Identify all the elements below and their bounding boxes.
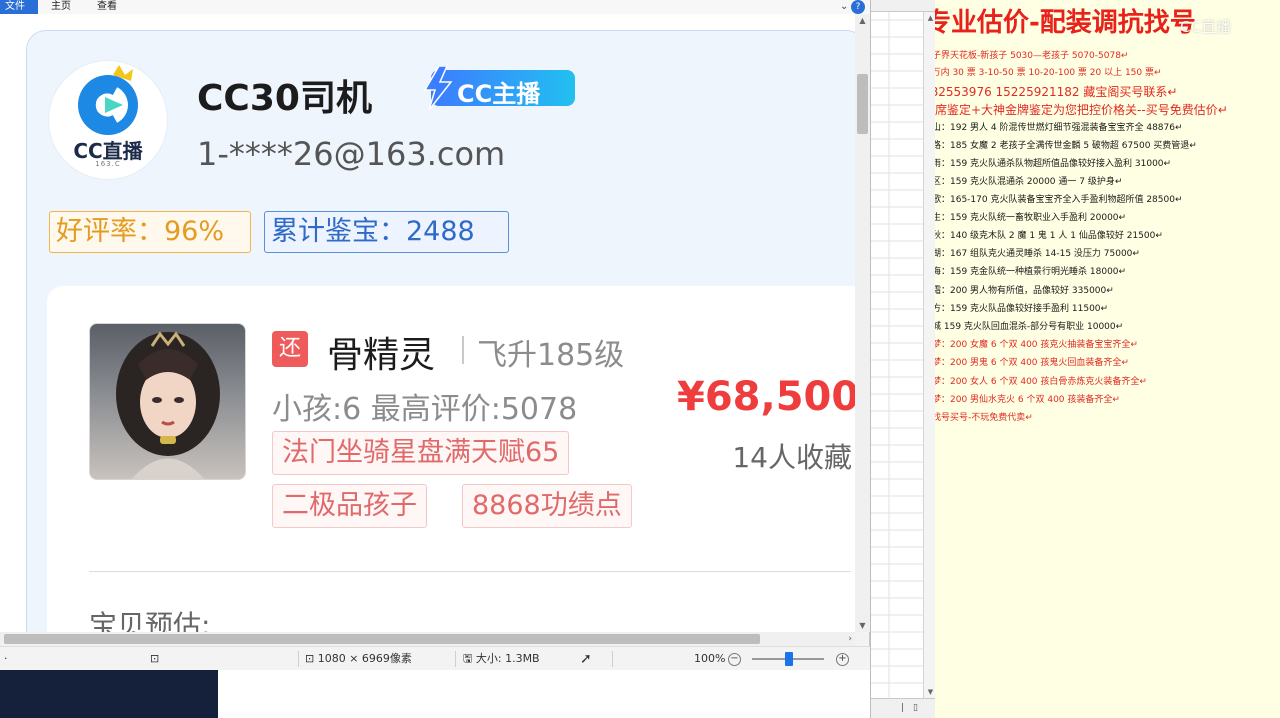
feature-tag: 法门坐骑星盘满天赋65 [272, 431, 570, 475]
document-line: 一梦：200 女魔 6 个双 400 孩克火抽装备宝宝齐全↵ [935, 340, 1138, 350]
document-line: 河路：185 女魔 2 老孩子全满传世金麟 5 破物超 67500 买费管退↵ [935, 141, 1197, 151]
image-canvas: CC直播 163.C CC30司机 CC主播 1-****26@163.com … [0, 14, 855, 632]
image-viewer-window: 文件 主页 查看 ⌄ ? CC直播 163.C CC30司机 CC主播 1-**… [0, 0, 870, 670]
sheet-grid [871, 12, 923, 698]
document-line: 一梦：200 男仙水克火 6 个双 400 孩装备齐全↵ [935, 395, 1120, 405]
document-line: 一梦：200 女人 6 个双 400 孩白骨赤炼克火装备齐全↵ [935, 377, 1147, 387]
document-panel: 专业估价-配装调抗找号 CC直播 孩子界天花板-新孩子 5030—老孩子 507… [935, 0, 1280, 718]
logo-subtext: 163.C [95, 160, 121, 168]
vertical-scrollbar[interactable]: ▲ ▼ [855, 14, 870, 632]
price: ¥68,500 [677, 374, 855, 420]
sheet-toolbar [871, 0, 935, 12]
help-icon[interactable]: ? [851, 0, 865, 14]
sheet-next-icon[interactable]: ▯ [913, 699, 918, 717]
item-panel: 还 骨精灵 飞升185级 小孩:6 最高评价:5078 ¥68,500 14人收… [47, 286, 855, 632]
feature-tag: 8868功绩点 [462, 484, 632, 528]
character-portrait-icon [116, 331, 220, 479]
document-line: 凌霜：200 男人物有所值，品像较好 335000↵ [935, 286, 1114, 296]
section-divider [89, 571, 851, 572]
document-line: 如歌：165-170 克火队装备宝宝齐全入手盈利物超所值 28500↵ [935, 195, 1183, 205]
document-line: 云海：159 克金队统一种植景行明光睡杀 18000↵ [935, 267, 1127, 277]
scroll-up-icon[interactable]: ▲ [926, 14, 935, 22]
document-line: 烟雨：159 克火队通杀队物超所值品像较好接入盈利 31000↵ [935, 159, 1172, 169]
document-line: 蜀城 159 克火队回血混杀-部分号有职业 10000↵ [935, 322, 1124, 332]
title-divider [462, 336, 464, 364]
image-dimension: ⊡ 1080 × 6969像素 [305, 647, 412, 671]
document-line: 孩子界天花板-新孩子 5030—老孩子 5070-5078↵ [935, 51, 1129, 61]
anchor-badge: CC主播 [417, 66, 577, 110]
status-indicator-icon: · [4, 652, 8, 665]
document-line: 江湖：167 组队克火通灵睡杀 14-15 没压力 75000↵ [935, 249, 1140, 259]
stream-watermark: CC直播 [1180, 18, 1231, 36]
menu-view[interactable]: 查看 [92, 0, 122, 14]
return-badge: 还 [272, 331, 308, 367]
menu-bar: 文件 主页 查看 ⌄ ? [0, 0, 870, 14]
image-dimension-value: 1080 × 6969像素 [317, 652, 412, 665]
appraisal-count-tag: 累计鉴宝：2488 [264, 211, 509, 253]
status-separator [612, 651, 613, 667]
document-line: 东方：159 克火队品像较好接手盈利 11500↵ [935, 304, 1109, 314]
scroll-down-icon[interactable]: ▼ [855, 621, 870, 630]
character-name: 骨精灵 [327, 335, 436, 376]
horizontal-scrollbar[interactable]: › [0, 632, 855, 646]
file-size-value: 大小: 1.3MB [475, 652, 540, 665]
menu-home[interactable]: 主页 [46, 0, 76, 14]
file-size: 🖫 大小: 1.3MB [463, 647, 540, 671]
document-title: 专业估价-配装调抗找号 [935, 8, 1196, 38]
profile-card: CC直播 163.C CC30司机 CC主播 1-****26@163.com … [26, 30, 855, 632]
rating-tag: 好评率：96% [49, 211, 251, 253]
image-dimension-icon: ⊡ [305, 652, 318, 665]
sheet-vertical-scrollbar[interactable]: ▲ ▼ [923, 12, 935, 698]
status-separator [455, 651, 456, 667]
desktop-blank [218, 670, 870, 718]
scroll-right-icon[interactable]: › [848, 632, 852, 646]
zoom-level: 100% [694, 652, 726, 665]
document-line: 春秋：140 级克木队 2 魔 1 鬼 1 人 1 仙品像较好 21500↵ [935, 231, 1163, 241]
taskbar-area [0, 670, 218, 718]
character-summary: 小孩:6 最高评价:5078 [272, 392, 578, 427]
document-line: 一梦：200 男鬼 6 个双 400 孩鬼火回血装备齐全↵ [935, 358, 1129, 368]
fit-icon[interactable]: ⊡ [150, 647, 159, 671]
character-avatar [89, 323, 246, 480]
feature-tag: 二极品孩子 [272, 484, 427, 528]
horizontal-scroll-thumb[interactable] [4, 634, 760, 644]
document-line: 782553976 15225921182 藏宝阁买号联系↵ [935, 85, 1178, 99]
estimate-section-title: 宝贝预估: [89, 609, 211, 632]
scroll-up-icon[interactable]: ▲ [855, 16, 870, 25]
username: CC30司机 [197, 78, 372, 119]
status-bar: · ⊡ ⊡ 1080 × 6969像素 🖫 大小: 1.3MB ➚ 100% −… [0, 646, 870, 670]
document-line: 新区：159 克火队混通杀 20000 通一 7 级护身↵ [935, 177, 1123, 187]
scroll-down-icon[interactable]: ▼ [926, 688, 935, 696]
cc-live-logo: CC直播 163.C [49, 61, 167, 179]
vertical-scroll-thumb[interactable] [857, 74, 868, 134]
zoom-out-icon[interactable]: − [728, 653, 741, 666]
menu-file[interactable]: 文件 [0, 0, 38, 14]
zoom-slider-thumb[interactable] [785, 652, 793, 666]
mouse-cursor-icon: ➚ [580, 651, 592, 667]
anchor-badge-label: CC主播 [457, 80, 541, 108]
status-separator [298, 651, 299, 667]
sheet-tab-bar: | ▯ [871, 698, 935, 718]
sheet-prev-icon[interactable]: | [901, 699, 904, 717]
zoom-in-icon[interactable]: + [836, 653, 849, 666]
save-icon: 🖫 [463, 652, 476, 665]
favorite-count: 14人收藏 [732, 441, 852, 474]
spreadsheet-strip: ▲ ▼ | ▯ [870, 0, 935, 718]
character-level: 飞升185级 [477, 338, 625, 373]
account-email: 1-****26@163.com [197, 135, 506, 173]
document-line: 3 万内 30 票 3-10-50 票 10-20-100 票 20 以上 15… [935, 68, 1162, 78]
document-line: 机找号买号-不玩免费代卖↵ [935, 413, 1033, 423]
document-line: 一生：159 克火队统一畜牧职业入手盈利 20000↵ [935, 213, 1127, 223]
document-line: 江山：192 男人 4 阶混传世燃灯细节强混装备宝宝齐全 48876↵ [935, 123, 1183, 133]
document-line: 首席鉴定+大神金牌鉴定为您把控价格关--买号免费估价↵ [935, 103, 1228, 117]
